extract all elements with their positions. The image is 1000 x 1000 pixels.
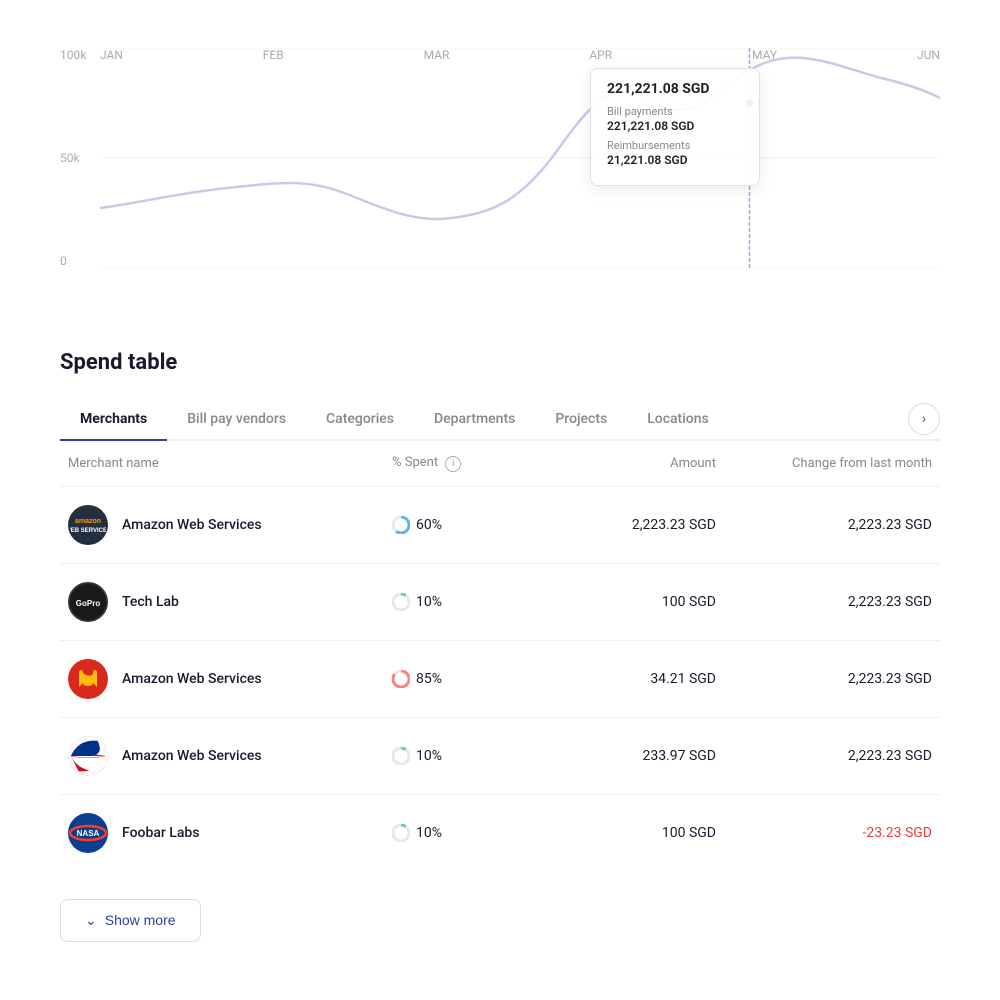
tooltip-row-2: Reimbursements 21,221.08 SGD <box>607 139 743 167</box>
amount-cell: 233.97 SGD <box>554 748 716 764</box>
merchant-cell: amazon WEB SERVICES Amazon Web Services <box>60 505 392 545</box>
tab-locations[interactable]: Locations <box>627 399 729 441</box>
tab-departments[interactable]: Departments <box>414 399 535 441</box>
svg-text:GoPro: GoPro <box>76 599 101 608</box>
chart-container: 100k 50k 0 221,221.08 SGD Bi <box>60 48 940 308</box>
tooltip-value-1: 221,221.08 SGD <box>607 119 743 133</box>
merchant-name: Tech Lab <box>122 594 179 610</box>
tooltip-label-2: Reimbursements <box>607 139 743 152</box>
amount-cell: 100 SGD <box>554 594 716 610</box>
amount-cell: 34.21 SGD <box>554 671 716 687</box>
y-axis-labels: 100k 50k 0 <box>60 48 86 268</box>
amount-cell: 100 SGD <box>554 825 716 841</box>
tab-projects[interactable]: Projects <box>535 399 627 441</box>
header-change: Change from last month <box>716 456 940 471</box>
tab-categories[interactable]: Categories <box>306 399 414 441</box>
merchant-cell: NASA Foobar Labs <box>60 813 392 853</box>
show-more-icon: ⌄ <box>85 912 97 929</box>
tooltip-label-1: Bill payments <box>607 105 743 118</box>
change-cell: 2,223.23 SGD <box>716 748 940 764</box>
merchant-name: Foobar Labs <box>122 825 199 841</box>
merchant-cell: Amazon Web Services <box>60 659 392 699</box>
table-row: Amazon Web Services 10% 233.97 SGD 2,223… <box>60 718 940 795</box>
y-label-100k: 100k <box>60 48 86 62</box>
change-cell: 2,223.23 SGD <box>716 517 940 533</box>
spent-cell: 10% <box>392 593 554 611</box>
spent-cell: 10% <box>392 747 554 765</box>
spent-info-icon[interactable]: i <box>445 456 461 472</box>
amount-cell: 2,223.23 SGD <box>554 517 716 533</box>
spend-table-title: Spend table <box>60 350 940 375</box>
table-row: Amazon Web Services 85% 34.21 SGD 2,223.… <box>60 641 940 718</box>
merchant-cell: GoPro Tech Lab <box>60 582 392 622</box>
change-cell: 2,223.23 SGD <box>716 671 940 687</box>
tab-bill-pay[interactable]: Bill pay vendors <box>167 399 306 441</box>
table-header: Merchant name % Spent i Amount Change fr… <box>60 441 940 487</box>
merchant-name: Amazon Web Services <box>122 671 262 687</box>
spent-cell: 85% <box>392 670 554 688</box>
change-cell: -23.23 SGD <box>716 825 940 841</box>
spent-cell: 60% <box>392 516 554 534</box>
table-row: NASA Foobar Labs 10% 100 SGD -23.23 SGD <box>60 795 940 871</box>
table-row: GoPro Tech Lab 10% 100 SGD 2,223.23 SGD <box>60 564 940 641</box>
tooltip-main-amount: 221,221.08 SGD <box>607 81 743 97</box>
header-merchant: Merchant name <box>60 456 392 471</box>
chart-svg: 221,221.08 SGD Bill payments 221,221.08 … <box>100 48 940 268</box>
svg-text:amazon: amazon <box>75 518 101 525</box>
tooltip-value-2: 21,221.08 SGD <box>607 153 743 167</box>
merchant-cell: Amazon Web Services <box>60 736 392 776</box>
tab-scroll-right[interactable]: › <box>908 403 940 435</box>
svg-text:NASA: NASA <box>77 829 100 838</box>
change-cell: 2,223.23 SGD <box>716 594 940 610</box>
header-amount: Amount <box>554 456 716 471</box>
svg-text:WEB SERVICES: WEB SERVICES <box>70 528 106 534</box>
spent-percent: 60% <box>416 517 442 533</box>
chart-area: 100k 50k 0 221,221.08 SGD Bi <box>0 0 1000 340</box>
merchant-name: Amazon Web Services <box>122 748 262 764</box>
spent-percent: 10% <box>416 748 442 764</box>
tooltip-row-1: Bill payments 221,221.08 SGD <box>607 105 743 133</box>
table-row: amazon WEB SERVICES Amazon Web Services … <box>60 487 940 564</box>
y-label-0: 0 <box>60 254 86 268</box>
show-more-button[interactable]: ⌄ Show more <box>60 899 201 942</box>
header-spent: % Spent i <box>392 455 554 472</box>
spent-percent: 10% <box>416 594 442 610</box>
spent-cell: 10% <box>392 824 554 842</box>
tab-merchants[interactable]: Merchants <box>60 399 167 441</box>
spent-percent: 10% <box>416 825 442 841</box>
show-more-label: Show more <box>105 912 176 928</box>
spent-percent: 85% <box>416 671 442 687</box>
spend-section: Spend table Merchants Bill pay vendors C… <box>0 340 1000 982</box>
chart-tooltip: 221,221.08 SGD Bill payments 221,221.08 … <box>590 68 760 186</box>
table-rows-container: amazon WEB SERVICES Amazon Web Services … <box>60 487 940 871</box>
y-label-50k: 50k <box>60 151 86 165</box>
tabs-bar: Merchants Bill pay vendors Categories De… <box>60 399 940 441</box>
merchant-name: Amazon Web Services <box>122 517 262 533</box>
